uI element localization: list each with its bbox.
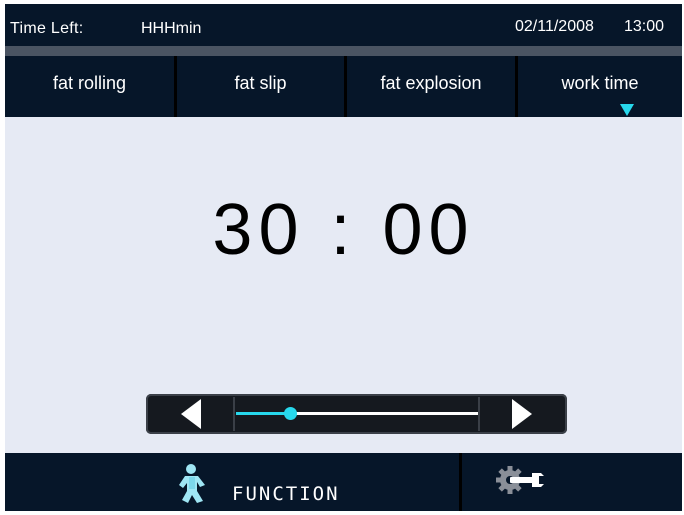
function-label: FUNCTION	[232, 483, 340, 505]
tab-label: fat slip	[234, 73, 287, 93]
status-date: 02/11/2008	[515, 18, 594, 35]
status-divider	[5, 46, 682, 56]
time-left-label: Time Left:	[10, 20, 84, 37]
tab-fat-rolling[interactable]: fat rolling	[5, 56, 177, 117]
time-left-value: HHHmin	[141, 20, 202, 37]
tab-fat-explosion[interactable]: fat explosion	[347, 56, 518, 117]
person-icon	[179, 464, 205, 503]
tab-label: fat explosion	[380, 73, 482, 93]
status-bar: Time Left: HHHmin 02/11/2008 13:00	[5, 4, 682, 46]
time-slider	[146, 394, 567, 434]
tab-work-time[interactable]: work time	[518, 56, 682, 117]
triangle-down-icon	[620, 104, 634, 116]
function-button[interactable]: FUNCTION	[5, 453, 462, 511]
work-time-display: 30 : 00	[212, 190, 475, 270]
status-clock: 13:00	[624, 18, 665, 35]
bottom-bar: FUNCTION	[5, 453, 682, 511]
slider-thumb[interactable]	[283, 407, 297, 420]
settings-button[interactable]	[462, 453, 682, 511]
arrow-left-icon	[181, 399, 201, 429]
slider-track[interactable]	[236, 407, 480, 420]
tab-label: work time	[561, 73, 639, 93]
arrow-right-icon	[512, 399, 532, 429]
tab-label: fat rolling	[52, 73, 127, 93]
mode-tabs: fat rolling fat slip fat explosion work …	[5, 56, 682, 117]
tab-fat-slip[interactable]: fat slip	[177, 56, 347, 117]
increase-button[interactable]	[478, 397, 564, 431]
hmi-screen: Time Left: HHHmin 02/11/2008 13:00 fat r…	[5, 4, 682, 511]
gear-wrench-icon	[496, 466, 544, 494]
slider-fill	[236, 412, 290, 415]
decrease-button[interactable]	[149, 397, 235, 431]
